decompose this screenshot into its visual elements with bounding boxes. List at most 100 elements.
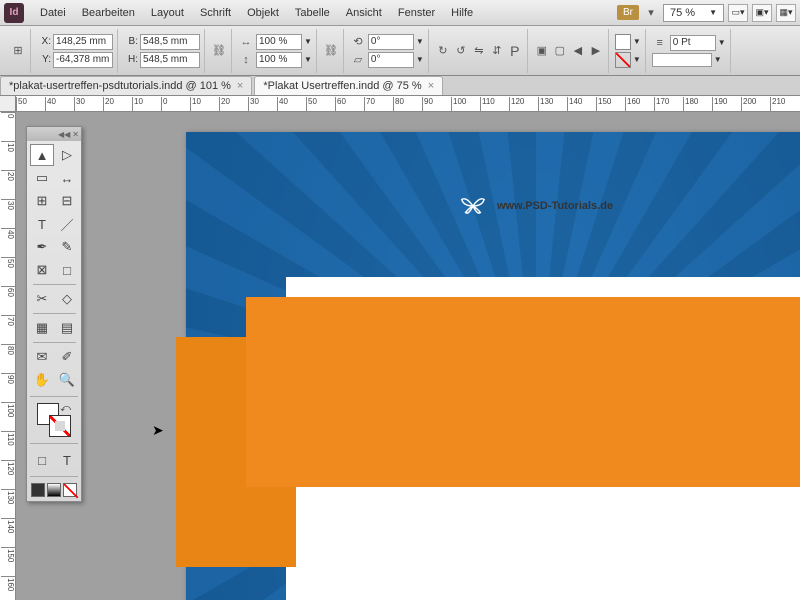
direct-selection-tool[interactable]: ▷	[55, 144, 79, 166]
h-label: H:	[124, 54, 138, 65]
menu-tabelle[interactable]: Tabelle	[287, 3, 338, 23]
bridge-dropdown-icon[interactable]: ▾	[643, 5, 659, 21]
zoom-level-dropdown[interactable]: 75 %▼	[663, 4, 724, 22]
screen-mode-icon[interactable]: ▣▾	[752, 4, 772, 22]
close-tab-icon[interactable]: ×	[237, 80, 243, 92]
ruler-tick: 100	[451, 97, 466, 111]
ruler-tick: 60	[1, 286, 15, 297]
note-tool[interactable]: ✉	[30, 346, 54, 368]
menu-ansicht[interactable]: Ansicht	[338, 3, 390, 23]
pen-tool[interactable]: ✒	[30, 236, 54, 258]
normal-mode[interactable]: □	[30, 449, 54, 471]
shear-input[interactable]	[368, 52, 414, 68]
line-tool[interactable]: ／	[55, 213, 79, 235]
control-panel: ⊞ X: Y: B: H: ⛓ ↔▼ ↕▼ ⛓ ⟲▼ ▱▼ ↻ ↺ ⇋ ⇵ P …	[0, 26, 800, 76]
select-next-icon[interactable]: ▶	[588, 43, 604, 59]
chevron-down-icon[interactable]: ▼	[304, 55, 312, 64]
header-text[interactable]: www.PSD-Tutorials.de	[459, 192, 613, 220]
scale-x-input[interactable]	[256, 34, 302, 50]
stroke-style-dropdown[interactable]	[652, 53, 712, 67]
stroke-weight-input[interactable]	[670, 35, 716, 51]
constrain-proportions-icon[interactable]: ⛓	[211, 43, 227, 59]
document-tab[interactable]: *Plakat Usertreffen.indd @ 75 %×	[254, 76, 443, 95]
gradient-feather-tool[interactable]: ▤	[55, 317, 79, 339]
menu-hilfe[interactable]: Hilfe	[443, 3, 481, 23]
x-input[interactable]	[53, 34, 113, 50]
select-previous-icon[interactable]: ◀	[570, 43, 586, 59]
rotate-90-cw-icon[interactable]: ↻	[435, 43, 451, 59]
stroke-swatch[interactable]	[615, 52, 631, 68]
selection-tool[interactable]: ▲	[30, 144, 54, 166]
close-tab-icon[interactable]: ×	[428, 80, 434, 92]
zoom-tool[interactable]: 🔍	[55, 369, 79, 391]
pencil-tool[interactable]: ✎	[55, 236, 79, 258]
swap-colors-icon[interactable]: ⤺	[60, 403, 71, 414]
gradient-swatch-tool[interactable]: ▦	[30, 317, 54, 339]
view-options-icon[interactable]: ▭▾	[728, 4, 748, 22]
orange-rectangle-front[interactable]	[246, 297, 800, 487]
ruler-tick: 10	[190, 97, 201, 111]
ruler-origin[interactable]	[0, 96, 16, 112]
apply-color[interactable]	[31, 483, 45, 497]
apply-none[interactable]	[63, 483, 77, 497]
free-transform-tool[interactable]: ◇	[55, 288, 79, 310]
scale-y-input[interactable]	[256, 52, 302, 68]
tools-panel-header[interactable]: ◀◀✕	[27, 127, 81, 141]
apply-gradient[interactable]	[47, 483, 61, 497]
constrain-scale-icon[interactable]: ⛓	[323, 43, 339, 59]
menu-bearbeiten[interactable]: Bearbeiten	[74, 3, 143, 23]
ruler-tick: 110	[1, 431, 15, 446]
rotate-input[interactable]	[368, 34, 414, 50]
width-input[interactable]	[140, 34, 200, 50]
chevron-down-icon[interactable]: ▼	[416, 37, 424, 46]
rectangle-frame-tool[interactable]: ⊠	[30, 259, 54, 281]
type-tool[interactable]: T	[30, 213, 54, 235]
collapse-icon[interactable]: ◀◀	[58, 130, 70, 139]
stroke-color-swatch[interactable]	[49, 415, 71, 437]
bridge-button[interactable]: Br	[617, 5, 639, 20]
fill-stroke-swatches[interactable]: ⤺	[37, 403, 71, 437]
rectangle-tool[interactable]: □	[55, 259, 79, 281]
eyedropper-tool[interactable]: ✐	[55, 346, 79, 368]
chevron-down-icon[interactable]: ▼	[633, 37, 641, 46]
hand-tool[interactable]: ✋	[30, 369, 54, 391]
chevron-down-icon[interactable]: ▼	[304, 37, 312, 46]
canvas[interactable]: www.PSD-Tutorials.de ➤	[16, 112, 800, 600]
menu-schrift[interactable]: Schrift	[192, 3, 239, 23]
chevron-down-icon[interactable]: ▼	[718, 38, 726, 47]
ruler-tick: 80	[1, 344, 15, 355]
horizontal-ruler[interactable]: 5040302010010203040506070809010011012013…	[16, 96, 800, 112]
chevron-down-icon[interactable]: ▼	[416, 55, 424, 64]
ruler-tick: 10	[1, 141, 15, 152]
select-content-icon[interactable]: ▢	[552, 43, 568, 59]
chevron-down-icon[interactable]: ▼	[633, 55, 641, 64]
flip-horizontal-icon[interactable]: ⇋	[471, 43, 487, 59]
paragraph-icon[interactable]: P	[507, 43, 523, 59]
select-container-icon[interactable]: ▣	[534, 43, 550, 59]
menu-layout[interactable]: Layout	[143, 3, 192, 23]
reference-point-icon[interactable]: ⊞	[10, 43, 26, 59]
chevron-down-icon[interactable]: ▼	[714, 55, 722, 64]
content-placer[interactable]: ⊟	[55, 190, 79, 212]
close-icon[interactable]: ✕	[72, 130, 79, 139]
page-tool[interactable]: ▭	[30, 167, 54, 189]
height-input[interactable]	[140, 52, 200, 68]
document-page[interactable]: www.PSD-Tutorials.de	[186, 132, 800, 600]
gap-tool[interactable]: ↔	[55, 167, 79, 189]
fill-swatch[interactable]	[615, 34, 631, 50]
menu-datei[interactable]: Datei	[32, 3, 74, 23]
ruler-tick: 130	[538, 97, 553, 111]
document-tab[interactable]: *plakat-usertreffen-psdtutorials.indd @ …	[0, 76, 252, 95]
vertical-ruler[interactable]: 0102030405060708090100110120130140150160	[0, 112, 16, 600]
ruler-tick: 40	[45, 97, 56, 111]
content-collector[interactable]: ⊞	[30, 190, 54, 212]
rotate-90-ccw-icon[interactable]: ↺	[453, 43, 469, 59]
scissors-tool[interactable]: ✂	[30, 288, 54, 310]
preview-mode[interactable]: T	[55, 449, 79, 471]
ruler-tick: 110	[480, 97, 495, 111]
arrange-documents-icon[interactable]: ▦▾	[776, 4, 796, 22]
y-input[interactable]	[53, 52, 113, 68]
flip-vertical-icon[interactable]: ⇵	[489, 43, 505, 59]
menu-fenster[interactable]: Fenster	[390, 3, 443, 23]
menu-objekt[interactable]: Objekt	[239, 3, 287, 23]
